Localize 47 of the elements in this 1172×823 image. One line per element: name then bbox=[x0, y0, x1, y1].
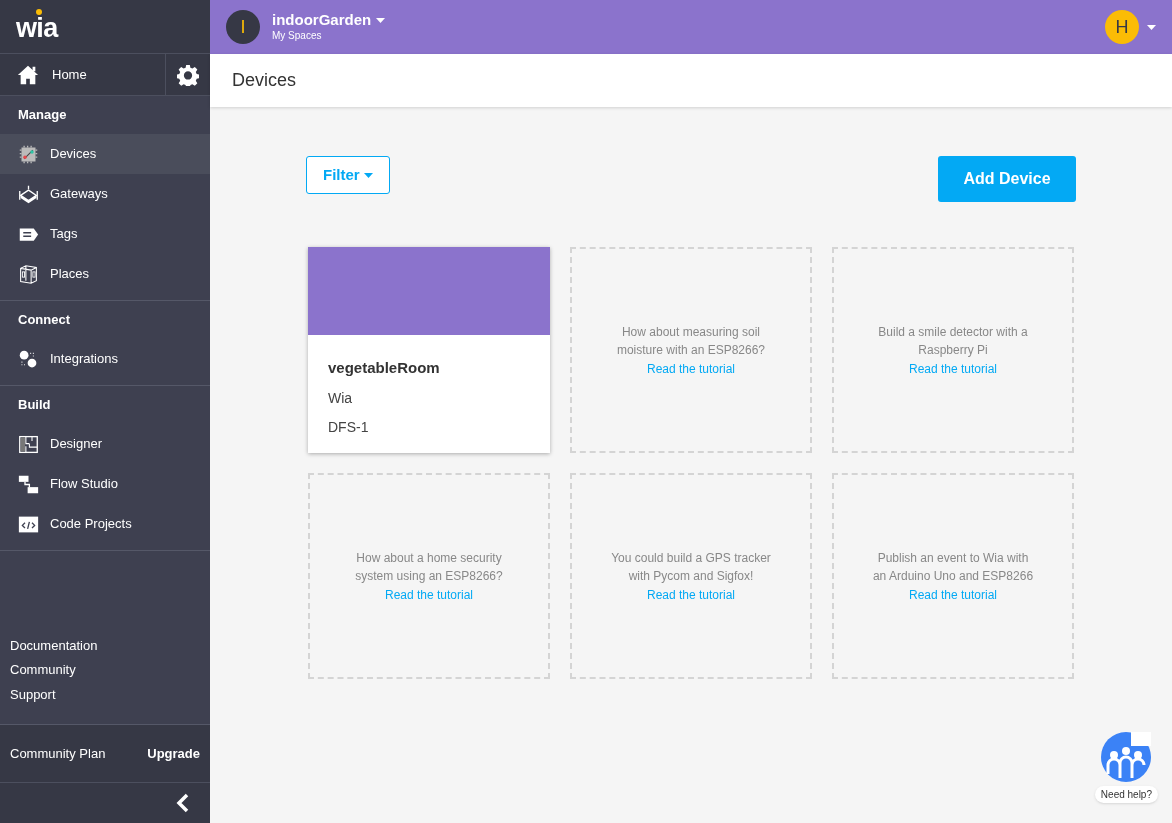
space-name: indoorGarden bbox=[272, 11, 372, 31]
space-avatar: I bbox=[226, 10, 260, 44]
sidebar-item[interactable]: Tags bbox=[0, 214, 210, 254]
user-menu[interactable]: H bbox=[1105, 10, 1156, 44]
sidebar-item[interactable]: Designer bbox=[0, 424, 210, 464]
sidebar-item[interactable]: Flow Studio bbox=[0, 464, 210, 504]
caret-icon bbox=[363, 172, 373, 178]
sidebar-item[interactable]: Gateways bbox=[0, 174, 210, 214]
suggestion-text: How about a home security system using an ESP8266? bbox=[354, 549, 504, 585]
settings-icon bbox=[177, 63, 199, 86]
help-label[interactable]: Need help? bbox=[1094, 786, 1158, 803]
gateway-icon bbox=[18, 183, 39, 205]
sidebar-item[interactable]: Devices bbox=[0, 134, 210, 174]
device-card[interactable]: vegetableRoom Wia DFS-1 bbox=[308, 247, 550, 453]
sidebar-link[interactable]: Community bbox=[10, 660, 76, 680]
device-name: vegetableRoom bbox=[328, 358, 441, 378]
sidebar-item[interactable]: Code Projects bbox=[0, 504, 210, 544]
space-subtitle: My Spaces bbox=[272, 30, 323, 43]
caret-icon bbox=[1147, 24, 1156, 30]
sidebar-link[interactable]: Support bbox=[10, 684, 56, 704]
device-detail: Wia bbox=[328, 388, 354, 408]
device-detail: DFS-1 bbox=[328, 417, 370, 437]
building-icon bbox=[18, 263, 39, 285]
house-icon bbox=[17, 63, 39, 86]
suggestion-text: You could build a GPS tracker with Pycom and Sigfox! bbox=[610, 549, 772, 585]
chip-icon bbox=[18, 143, 39, 165]
user-avatar: H bbox=[1105, 10, 1139, 44]
logo: wia bbox=[16, 9, 58, 44]
suggestion-text: How about measuring soil moisture with an ESP8266? bbox=[615, 323, 767, 359]
sidebar-link[interactable]: Documentation bbox=[10, 635, 98, 655]
section-heading: Manage bbox=[17, 106, 68, 125]
floor-plan-icon bbox=[18, 433, 39, 455]
sidebar-item[interactable]: Places bbox=[0, 254, 210, 294]
caret-icon bbox=[376, 18, 386, 24]
section-heading: Connect bbox=[17, 311, 71, 330]
page-title: Devices bbox=[232, 69, 297, 92]
suggestion-text: Build a smile detector with a Raspberry Pi bbox=[877, 323, 1029, 359]
upgrade-link[interactable]: Upgrade bbox=[147, 743, 200, 764]
plan-label: Community Plan bbox=[10, 744, 106, 763]
space-switcher[interactable]: I indoorGarden My Spaces bbox=[226, 10, 386, 44]
help-icon[interactable] bbox=[1099, 730, 1154, 784]
suggestion-text: Publish an event to Wia with an Arduino Uno and ESP8266 bbox=[871, 549, 1035, 585]
flow-icon bbox=[18, 473, 39, 495]
sidebar-item[interactable]: Integrations bbox=[0, 339, 210, 379]
circles-icon bbox=[18, 348, 39, 370]
collapse-icon[interactable] bbox=[176, 793, 190, 813]
section-heading: Build bbox=[17, 396, 52, 415]
